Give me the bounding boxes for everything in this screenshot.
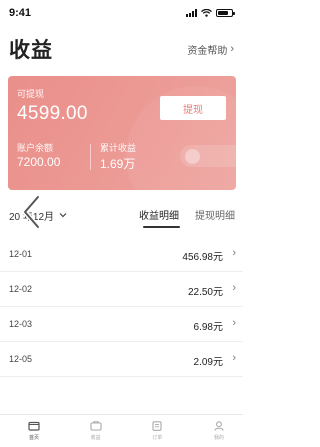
- row-amount: 6.98元: [193, 322, 223, 333]
- earnings-card: 可提现 4599.00 提现 账户余额 7200.00 累计收益 1.69万: [8, 76, 236, 190]
- chevron-down-icon: [59, 213, 67, 218]
- row-amount: 456.98元: [182, 252, 223, 263]
- tab-profile-label: 我的: [213, 435, 224, 441]
- row-date: 12-02: [9, 284, 33, 294]
- chevron-right-icon: ›: [232, 352, 236, 364]
- status-bar: 9:41: [0, 0, 243, 26]
- status-icons: [186, 9, 235, 17]
- fund-help-label: 资金帮助: [187, 45, 228, 57]
- bottom-tab-bar: 首页 收益 订单 我的: [0, 414, 243, 447]
- list-item[interactable]: 12-01 456.98元 ›: [0, 237, 243, 272]
- row-amount: 2.09元: [193, 357, 223, 368]
- total-income-label: 累计收益: [100, 143, 137, 153]
- tab-profile[interactable]: 我的: [209, 415, 229, 447]
- total-income-value: 1.69万: [100, 157, 136, 171]
- balance-label: 账户余额: [17, 143, 54, 153]
- stat-divider: [90, 144, 91, 170]
- back-arrow-icon[interactable]: [18, 194, 46, 230]
- withdrawable-amount: 4599.00: [17, 103, 88, 124]
- row-date: 12-03: [9, 319, 33, 329]
- row-amount: 22.50元: [187, 287, 223, 298]
- home-icon: [28, 421, 40, 431]
- chevron-right-icon: ›: [232, 247, 236, 259]
- list-item[interactable]: 12-02 22.50元 ›: [0, 272, 243, 307]
- withdraw-button[interactable]: 提现: [160, 96, 226, 120]
- tab-home-label: 首页: [28, 435, 39, 441]
- list-item[interactable]: 12-03 6.98元 ›: [0, 307, 243, 342]
- toggle-knob: [185, 149, 200, 164]
- active-tab-indicator: [143, 226, 180, 228]
- wifi-icon: [201, 9, 212, 17]
- tab-orders[interactable]: 订单: [147, 415, 167, 447]
- wallet-icon: [90, 421, 102, 431]
- tab-income[interactable]: 收益: [86, 415, 106, 447]
- balance-value: 7200.00: [17, 155, 61, 169]
- signal-icon: [186, 9, 197, 17]
- profile-icon: [214, 421, 224, 431]
- order-icon: [152, 421, 162, 431]
- chevron-right-icon: ›: [230, 43, 234, 55]
- row-date: 12-05: [9, 354, 33, 364]
- chevron-right-icon: ›: [232, 317, 236, 329]
- header: 收益 资金帮助 ›: [0, 34, 243, 64]
- tab-income-details[interactable]: 收益明细: [139, 207, 179, 222]
- page-title: 收益: [9, 39, 53, 62]
- row-date: 12-01: [9, 249, 33, 259]
- tab-withdraw-details[interactable]: 提现明细: [195, 207, 235, 222]
- visibility-toggle[interactable]: [180, 145, 236, 167]
- status-time: 9:41: [9, 7, 32, 19]
- fund-help-link[interactable]: 资金帮助 ›: [187, 42, 234, 57]
- chevron-right-icon: ›: [232, 282, 236, 294]
- tab-income-label: 收益: [90, 435, 101, 441]
- list-item[interactable]: 12-05 2.09元 ›: [0, 342, 243, 377]
- income-list: 12-01 456.98元 › 12-02 22.50元 › 12-03 6.9…: [0, 237, 243, 377]
- tab-orders-label: 订单: [152, 435, 163, 441]
- tab-home[interactable]: 首页: [24, 415, 44, 447]
- battery-icon: [216, 9, 235, 17]
- withdrawable-label: 可提现: [17, 89, 45, 99]
